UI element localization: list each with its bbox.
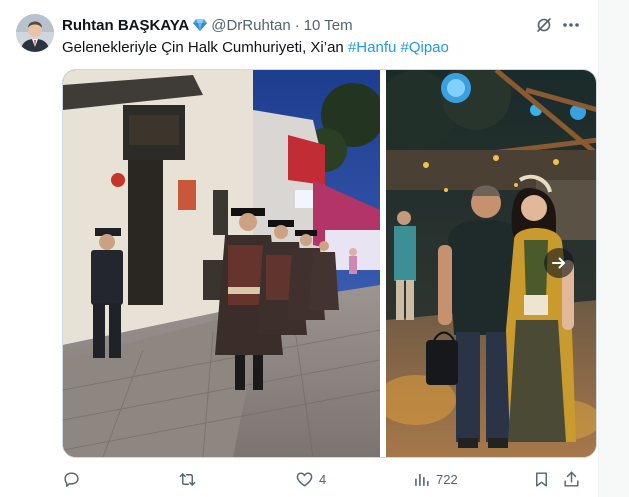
share-button[interactable]: [562, 467, 581, 491]
bookmark-button[interactable]: [532, 467, 551, 491]
grok-icon[interactable]: [534, 15, 554, 35]
media-grid: [62, 69, 597, 458]
retweet-icon: [179, 472, 196, 486]
arrow-right-icon[interactable]: [544, 248, 574, 278]
author-avatar[interactable]: [16, 14, 54, 52]
tweet-text: Gelenekleriyle Çin Halk Cumhuriyeti, Xi’…: [62, 38, 449, 58]
more-dots-icon[interactable]: [560, 15, 582, 35]
reply-icon: [64, 471, 79, 487]
reply-button[interactable]: [62, 467, 86, 491]
tweet-text-body: Gelenekleriyle Çin Halk Cumhuriyeti, Xi’…: [62, 39, 348, 56]
bookmark-icon: [536, 471, 547, 487]
views-count: 722: [436, 471, 458, 487]
hashtag-hanfu[interactable]: #Hanfu: [348, 39, 396, 56]
share-icon: [564, 471, 579, 487]
retweet-button[interactable]: [178, 467, 202, 491]
views-button[interactable]: 722: [412, 467, 458, 491]
verified-gem-icon[interactable]: [191, 16, 209, 34]
right-sidebar-edge: [599, 0, 629, 497]
views-icon: [415, 473, 429, 486]
hashtag-qipao[interactable]: #Qipao: [401, 39, 449, 56]
author-name[interactable]: Ruhtan BAŞKAYA: [62, 17, 189, 34]
tweet-card[interactable]: Ruhtan BAŞKAYA @DrRuhtan · 10 Tem Gelene…: [0, 0, 598, 497]
tweet-timestamp[interactable]: 10 Tem: [304, 17, 353, 34]
tweet-header: Ruhtan BAŞKAYA @DrRuhtan · 10 Tem: [62, 15, 353, 35]
header-separator: ·: [294, 16, 300, 34]
heart-icon: [296, 471, 313, 487]
like-count: 4: [319, 471, 327, 487]
tweet-actions: 4 722: [62, 467, 592, 491]
author-handle[interactable]: @DrRuhtan: [211, 17, 290, 34]
photo-street-procession[interactable]: [63, 70, 380, 457]
like-button[interactable]: 4: [295, 467, 326, 491]
